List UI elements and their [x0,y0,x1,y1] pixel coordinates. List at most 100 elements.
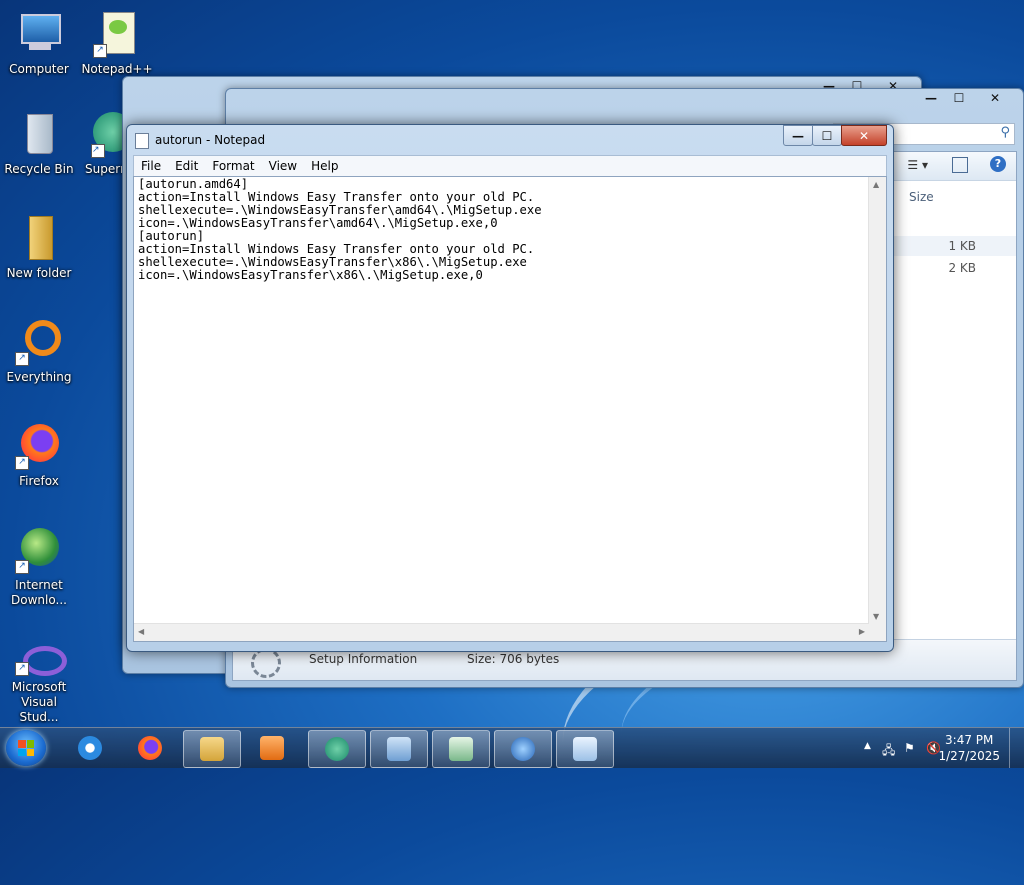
desktop-icon-recycle-bin[interactable]: Recycle Bin [1,110,77,177]
vertical-scrollbar[interactable]: ▲ ▼ [868,177,886,624]
close-button[interactable]: ✕ [841,125,887,146]
notepad-window[interactable]: autorun - Notepad — ☐ ✕ File Edit Format… [126,124,894,652]
file-size-text: Size: 706 bytes [467,652,560,666]
firefox-icon [138,736,162,760]
view-options-icon[interactable]: ☰ ▾ [907,158,928,172]
desktop-icon-visual-studio[interactable]: ↗ Microsoft Visual Stud... [1,640,77,725]
table-row[interactable]: 1 KB [893,236,1016,256]
taskbar-notepad-window[interactable] [432,730,490,768]
scrollbar-corner [869,624,886,641]
desktop-icon-label: Everything [6,370,72,384]
text-editor[interactable]: [autorun.amd64] action=Install Windows E… [133,176,887,642]
desktop-icon-superr[interactable]: ↗ Superr [79,110,125,177]
idm-icon: ↗ [15,526,63,574]
clock-time: 3:47 PM [945,733,994,747]
document-icon [449,737,473,761]
computer-icon [15,10,63,58]
folder-icon [15,214,63,262]
settings-file-icon [251,648,281,678]
taskbar: ▲ 🖧 ⚑ 🔇 3:47 PM 1/27/2025 [0,727,1024,768]
desktop-icon-label: Notepad++ [81,62,153,76]
shortcut-arrow-icon: ↗ [15,456,29,470]
table-row[interactable]: 2 KB [893,258,1016,278]
maximize-button[interactable]: ☐ [812,125,842,146]
folder-icon [200,737,224,761]
desktop-icon-notepadpp[interactable]: ↗ Notepad++ [79,10,155,77]
horizontal-scrollbar[interactable]: ◀ ▶ [134,623,869,641]
minimize-icon[interactable]: — [917,89,945,107]
window-title: autorun - Notepad [155,133,266,147]
clock[interactable]: 3:47 PM 1/27/2025 [938,732,1000,764]
taskbar-notepad[interactable] [556,730,614,768]
shortcut-arrow-icon: ↗ [15,662,29,676]
scroll-left-icon[interactable]: ◀ [138,627,144,636]
file-content[interactable]: [autorun.amd64] action=Install Windows E… [138,178,866,282]
firefox-icon: ↗ [15,422,63,470]
menu-edit[interactable]: Edit [168,159,205,173]
menu-format[interactable]: Format [205,159,261,173]
scroll-right-icon[interactable]: ▶ [859,627,865,636]
maximize-icon[interactable]: ☐ [945,89,973,107]
desktop-icon-label: Superr [85,162,125,176]
show-desktop-button[interactable] [1009,728,1024,768]
minimize-button[interactable]: — [783,125,813,146]
scroll-down-icon[interactable]: ▼ [873,612,879,621]
internet-explorer-icon [78,736,102,760]
window-controls: — ☐ ✕ [783,125,887,146]
recycle-bin-icon [15,110,63,158]
action-center-flag-icon[interactable]: ⚑ [904,741,915,755]
size-cell: 2 KB [948,261,976,275]
scroll-up-icon[interactable]: ▲ [873,180,879,189]
shortcut-arrow-icon: ↗ [91,144,105,158]
desktop-icon-everything[interactable]: ↗ Everything [1,318,77,385]
desktop-icon-label: Firefox [19,474,59,488]
show-hidden-icons[interactable]: ▲ [864,741,871,751]
shortcut-arrow-icon: ↗ [15,560,29,574]
help-icon[interactable]: ? [990,156,1006,172]
window-controls: — ☐ ✕ [917,89,1017,107]
menu-view[interactable]: View [262,159,304,173]
control-panel-icon [387,737,411,761]
system-tray: ▲ 🖧 ⚑ 🔇 3:47 PM 1/27/2025 [834,728,1024,768]
notepad-icon [573,737,597,761]
taskbar-explorer[interactable] [183,730,241,768]
taskbar-media-player[interactable] [244,730,300,766]
shortcut-arrow-icon: ↗ [15,352,29,366]
size-cell: 1 KB [948,239,976,253]
visual-studio-icon: ↗ [15,640,67,676]
desktop-icon-computer[interactable]: Computer [1,10,77,77]
taskbar-superr[interactable] [308,730,366,768]
superr-icon: ↗ [91,110,125,158]
desktop-icon-firefox[interactable]: ↗ Firefox [1,422,77,489]
column-header-size[interactable]: Size [909,190,934,204]
clock-date: 1/27/2025 [938,749,1000,763]
desktop-icon-new-folder[interactable]: New folder [1,214,77,281]
desktop-icon-label: Microsoft Visual Stud... [11,680,67,724]
preview-pane-icon[interactable] [952,157,968,173]
desktop-icon-label: Computer [9,62,69,76]
taskbar-control-panel[interactable] [370,730,428,768]
windows-logo-icon [18,740,34,756]
menu-file[interactable]: File [134,159,168,173]
everything-icon: ↗ [15,318,63,366]
notepadpp-icon: ↗ [93,10,141,58]
taskbar-internet-explorer[interactable] [62,730,118,766]
search-icon: ⚲ [1000,125,1010,140]
network-icon [511,737,535,761]
taskbar-firefox[interactable] [122,730,178,766]
media-player-icon [260,736,284,760]
menu-help[interactable]: Help [304,159,345,173]
shortcut-arrow-icon: ↗ [93,44,107,58]
close-icon[interactable]: ✕ [973,89,1017,107]
desktop-icon-label: New folder [6,266,72,280]
file-type-text: Setup Information [309,652,418,666]
notepad-app-icon [135,133,149,149]
network-status-icon[interactable]: 🖧 [882,741,895,762]
desktop-icon-label: Internet Downlo... [11,578,67,607]
menu-bar: File Edit Format View Help [133,155,887,177]
taskbar-network[interactable] [494,730,552,768]
desktop-icon-label: Recycle Bin [4,162,74,176]
desktop-icon-internet-download-manager[interactable]: ↗ Internet Downlo... [1,526,77,608]
superr-icon [325,737,349,761]
start-button[interactable] [6,730,46,766]
